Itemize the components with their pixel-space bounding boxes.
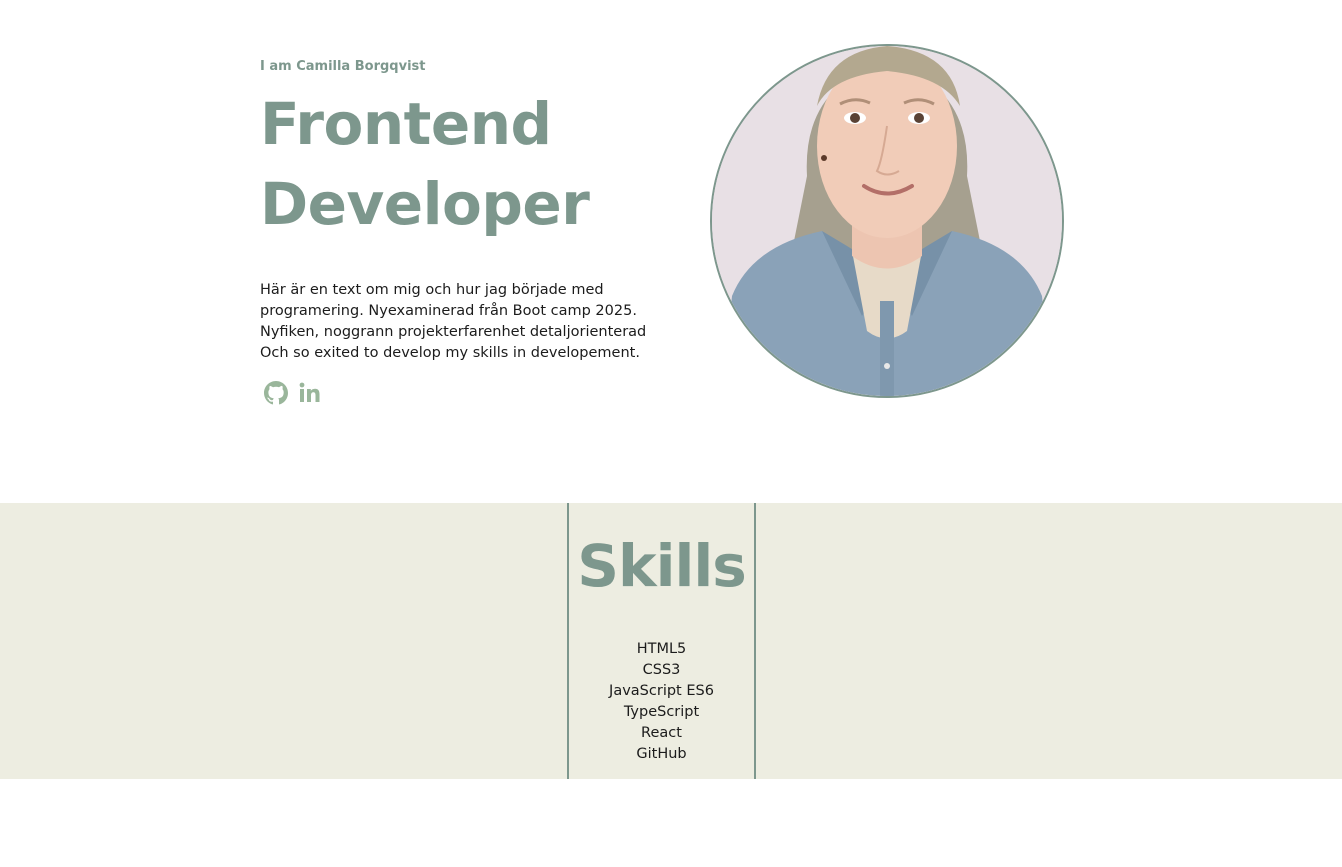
skills-list: HTML5 CSS3 JavaScript ES6 TypeScript Rea… [569,639,754,765]
skill-item: React [641,725,682,741]
skill-item: CSS3 [642,662,681,678]
page-title: Frontend Developer [260,84,670,244]
hero-text: I am Camilla Borgqvist Frontend Develope… [260,58,670,406]
skills-box: Skills HTML5 CSS3 JavaScript ES6 TypeScr… [567,503,756,779]
skill-item: JavaScript ES6 [609,683,714,699]
linkedin-link[interactable] [297,380,323,406]
skill-item: GitHub [636,746,687,762]
skill-item: TypeScript [623,704,700,720]
skills-section: Skills HTML5 CSS3 JavaScript ES6 TypeScr… [0,503,1342,779]
portrait-illustration [712,46,1062,396]
bio-line: Här är en text om mig och hur jag börjad… [260,282,604,298]
linkedin-icon [299,382,320,402]
profile-photo [710,44,1064,398]
bio-line: programering. Nyexaminerad från Boot cam… [260,303,637,319]
intro-text: I am Camilla Borgqvist [260,59,426,74]
github-link[interactable] [263,380,289,406]
skill-item: HTML5 [636,641,687,657]
bio-text: Här är en text om mig och hur jag börjad… [260,280,670,364]
bio-line: Och so exited to develop my skills in de… [260,345,640,361]
title-line-1: Frontend [260,90,552,158]
bio-line: Nyfiken, noggrann projekterfarenhet deta… [260,324,647,340]
hero-section: I am Camilla Borgqvist Frontend Develope… [0,0,1342,503]
skills-title: Skills [577,532,747,600]
title-line-2: Developer [260,170,590,238]
github-icon [264,381,288,405]
social-links [263,380,670,406]
